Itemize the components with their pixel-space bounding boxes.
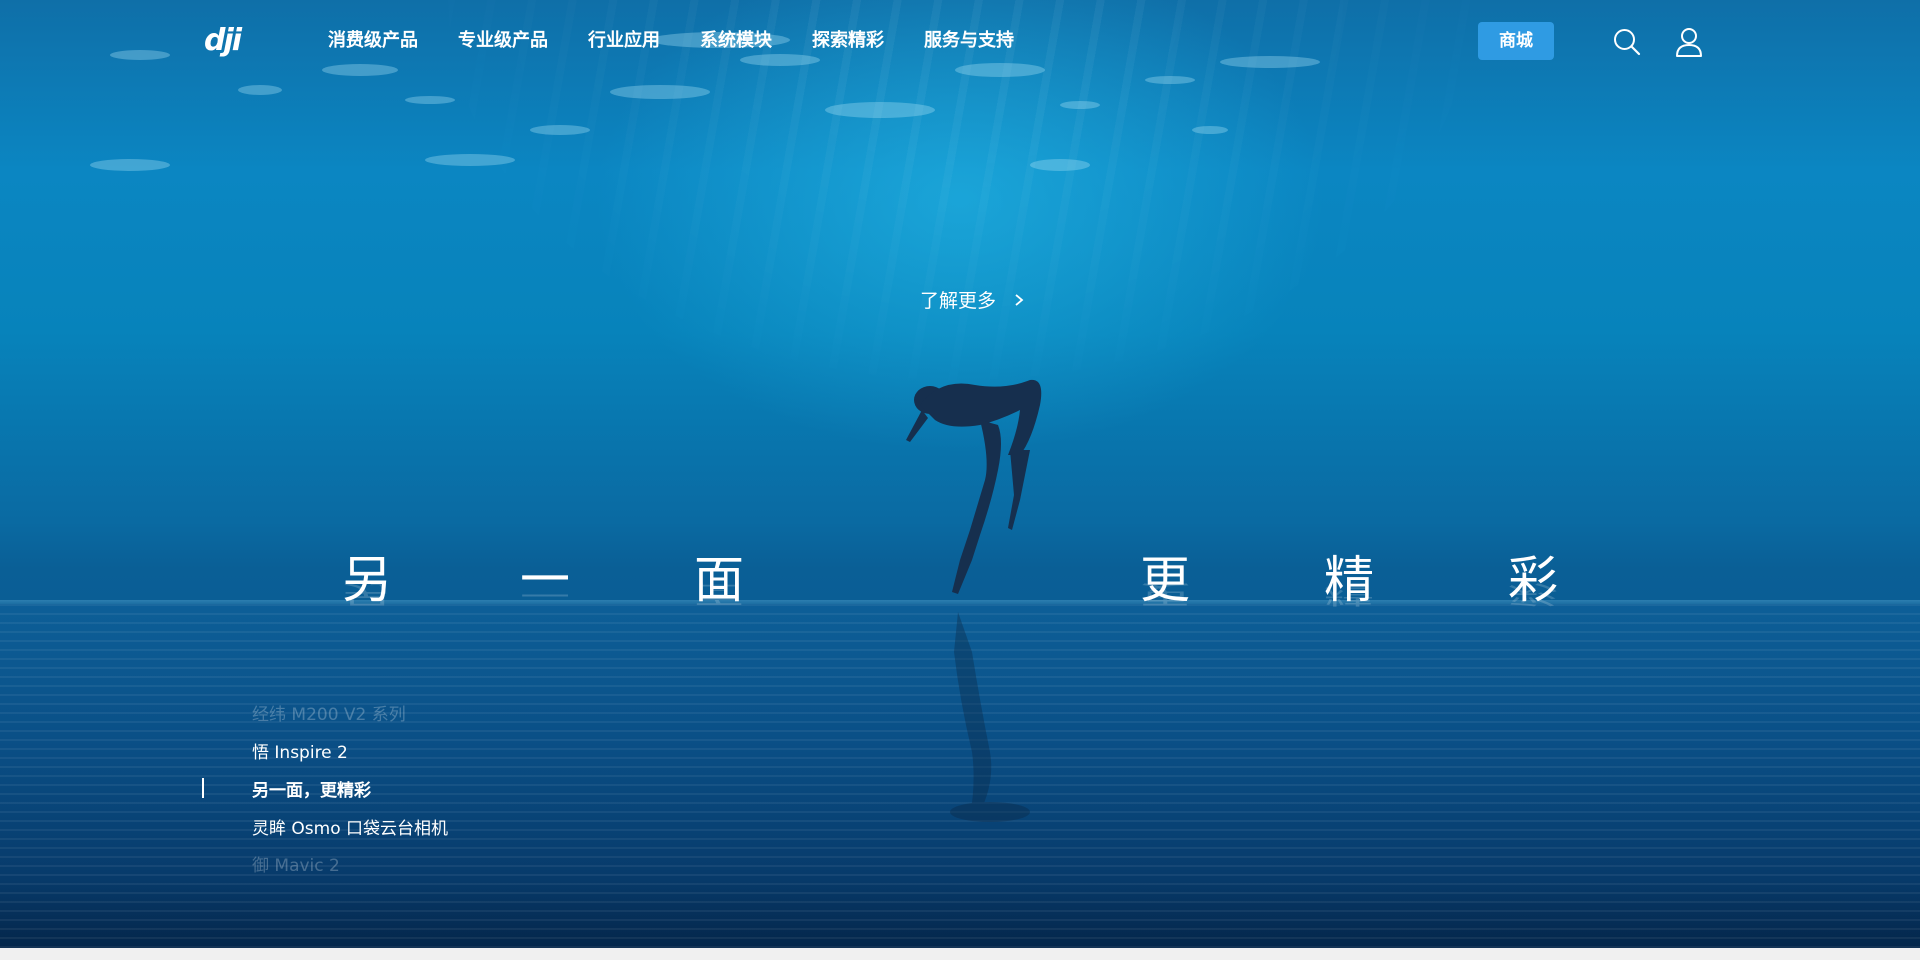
hero-banner[interactable]: dji 消费级产品 专业级产品 行业应用 系统模块 探索精彩 服务与支持 商城 …	[0, 0, 1920, 948]
slide-item-osmo[interactable]: 灵眸 Osmo 口袋云台相机	[252, 814, 448, 839]
dji-logo[interactable]: dji	[202, 22, 260, 58]
learn-more-link[interactable]: 了解更多	[920, 286, 1024, 313]
main-nav: 消费级产品 专业级产品 行业应用 系统模块 探索精彩 服务与支持	[328, 30, 1054, 52]
headline-reflection: 一	[520, 579, 570, 609]
headline-reflection: 精	[1324, 579, 1374, 609]
chevron-right-icon	[1015, 293, 1024, 306]
user-icon[interactable]	[1674, 26, 1704, 58]
slide-item-mavic[interactable]: 御 Mavic 2	[252, 851, 340, 876]
slide-active-indicator	[202, 778, 204, 798]
svg-text:dji: dji	[204, 23, 243, 58]
nav-components[interactable]: 系统模块	[700, 30, 772, 52]
learn-more-label: 了解更多	[920, 290, 997, 312]
headline-reflection: 另	[342, 579, 392, 609]
top-navigation: dji 消费级产品 专业级产品 行业应用 系统模块 探索精彩 服务与支持 商城	[0, 0, 1920, 82]
nav-enterprise[interactable]: 行业应用	[588, 30, 660, 52]
nav-explore[interactable]: 探索精彩	[812, 30, 884, 52]
headline-reflection: 面	[694, 579, 744, 609]
nav-consumer[interactable]: 消费级产品	[328, 30, 418, 52]
nav-professional[interactable]: 专业级产品	[458, 30, 548, 52]
slide-item-m200[interactable]: 经纬 M200 V2 系列	[252, 700, 406, 725]
slide-item-active[interactable]: 另一面，更精彩	[252, 776, 371, 801]
headline-reflection: 更	[1140, 579, 1190, 609]
nav-support[interactable]: 服务与支持	[924, 30, 1014, 52]
diver-reflection	[950, 612, 1030, 822]
diver-illustration	[906, 379, 1042, 594]
headline-reflection: 彩	[1508, 579, 1558, 609]
store-button[interactable]: 商城	[1478, 22, 1554, 60]
slide-item-inspire[interactable]: 悟 Inspire 2	[252, 738, 348, 763]
search-icon[interactable]	[1612, 27, 1642, 57]
